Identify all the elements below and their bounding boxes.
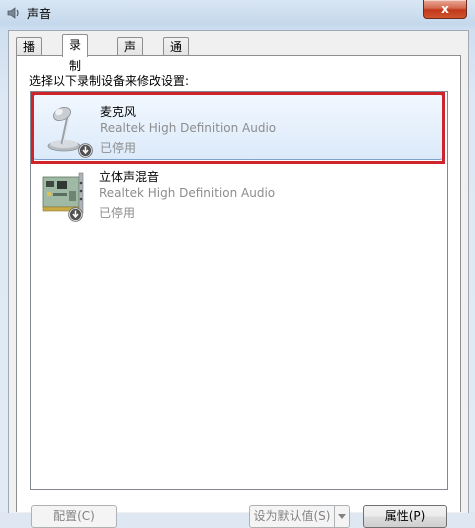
speaker-icon (6, 5, 22, 21)
properties-button[interactable]: 属性(P) (363, 505, 447, 528)
tab-recording[interactable]: 录制 (62, 34, 89, 73)
disabled-arrow-icon (78, 143, 93, 158)
close-icon: x (441, 2, 449, 16)
tab-playback[interactable]: 播放 (16, 37, 43, 72)
dialog-client-area: 播放 录制 声音 通信 选择以下录制设备来修改设置: (8, 30, 469, 528)
device-item-stereo-mix[interactable]: 立体声混音 Realtek High Definition Audio 已停用 (33, 160, 443, 226)
set-default-dropdown-arrow[interactable] (334, 505, 350, 528)
sound-dialog-window: 声音 x 播放 录制 声音 通信 选择以下录制设备来修改设置: (0, 0, 475, 528)
configure-button[interactable]: 配置(C) (31, 505, 117, 528)
device-status: 已停用 (100, 141, 137, 155)
device-name: 立体声混音 (99, 170, 160, 184)
sound-card-icon (41, 167, 93, 223)
window-title: 声音 (27, 7, 52, 21)
close-button[interactable]: x (423, 0, 467, 19)
set-default-button[interactable]: 设为默认值(S) (249, 505, 335, 528)
instruction-text: 选择以下录制设备来修改设置: (29, 74, 190, 88)
tab-sounds[interactable]: 声音 (117, 37, 144, 72)
device-driver: Realtek High Definition Audio (99, 186, 276, 200)
device-status: 已停用 (99, 206, 136, 220)
disabled-arrow-icon (68, 207, 83, 222)
recording-device-list[interactable]: 麦克风 Realtek High Definition Audio 已停用 立体… (30, 91, 448, 490)
device-name: 麦克风 (100, 105, 137, 119)
tab-communications[interactable]: 通信 (163, 37, 190, 72)
device-driver: Realtek High Definition Audio (100, 121, 277, 135)
device-item-microphone[interactable]: 麦克风 Realtek High Definition Audio 已停用 (31, 92, 445, 164)
recording-panel: 选择以下录制设备来修改设置: 麦克风 Realtek High Definiti… (16, 55, 461, 528)
title-bar[interactable]: 声音 x (0, 0, 475, 26)
